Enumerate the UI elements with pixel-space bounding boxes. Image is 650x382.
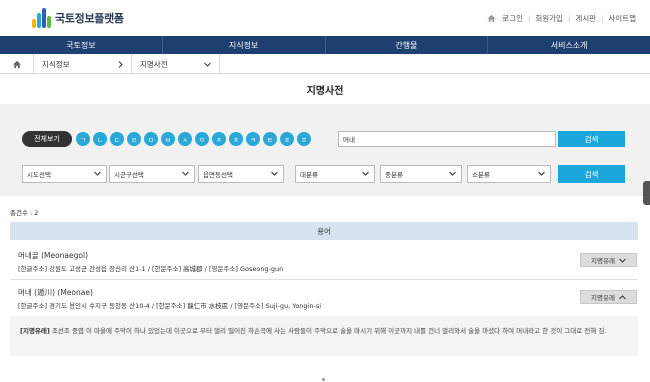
nav-item-service[interactable]: 서비스소개 [488, 36, 650, 54]
initial-button[interactable]: ㅊ [229, 132, 243, 146]
home-icon [12, 60, 21, 68]
chevron-down-icon [449, 171, 456, 176]
initial-button[interactable]: ㄱ [76, 132, 90, 146]
filter-search-button[interactable]: 검색 [558, 165, 625, 183]
initial-button[interactable]: ㅁ [144, 132, 158, 146]
logo-text: 국토정보플랫폼 [55, 12, 124, 25]
search-row-initials: 전체보기 ㄱ ㄴ ㄷ ㄹ ㅁ ㅂ ㅅ ㅇ ㅈ ㅊ ㅋ ㅌ ㅍ ㅎ 머내 검색 [22, 130, 628, 148]
initial-button[interactable]: ㅌ [263, 132, 277, 146]
result-count: 총건수 : 2 [10, 209, 39, 217]
origin-toggle-label: 지명유래 [591, 257, 615, 265]
eupmyeondong-select-value: 읍면동선택 [203, 171, 233, 179]
origin-toggle-label: 지명유래 [591, 294, 615, 302]
breadcrumb-level1[interactable]: 지식정보 [34, 54, 132, 74]
breadcrumb-level2-label: 지명사전 [140, 59, 168, 69]
breadcrumb: 지식정보 지명사전 [0, 54, 650, 74]
site-logo[interactable]: 국토정보플랫폼 [32, 8, 124, 28]
main-nav: 국토정보 지식정보 간행물 서비스소개 [0, 36, 650, 54]
initial-button[interactable]: ㅅ [178, 132, 192, 146]
chevron-right-icon [118, 60, 123, 68]
logo-bars-icon [32, 8, 51, 28]
util-separator: | [528, 14, 531, 23]
entry-title[interactable]: 머내 (遁川) (Meonae) [18, 287, 93, 298]
divider [10, 279, 638, 280]
minor-category-select[interactable]: 소분류 [467, 165, 551, 183]
scroll-indicator-dot [322, 378, 325, 381]
initial-button[interactable]: ㅎ [297, 132, 311, 146]
initial-button[interactable]: ㅂ [161, 132, 175, 146]
home-icon[interactable] [487, 14, 496, 23]
util-separator: | [567, 14, 571, 23]
initial-button[interactable]: ㅈ [212, 132, 226, 146]
view-all-button[interactable]: 전체보기 [22, 131, 72, 147]
util-separator: | [601, 14, 604, 23]
nav-item-knowledge[interactable]: 지식정보 [163, 36, 326, 54]
chevron-down-icon [271, 171, 278, 176]
breadcrumb-level1-label: 지식정보 [42, 59, 70, 69]
chevron-down-icon [182, 171, 189, 176]
page-root: 국토정보플랫폼 로그인 | 회원가입 | 게시판 | 사이트맵 국토정보 지식정… [0, 0, 650, 382]
chevron-down-icon [362, 171, 369, 176]
chevron-down-icon [94, 171, 101, 176]
initial-button[interactable]: ㅍ [280, 132, 294, 146]
initial-button[interactable]: ㅋ [246, 132, 260, 146]
top-header: 국토정보플랫폼 로그인 | 회원가입 | 게시판 | 사이트맵 [0, 0, 650, 36]
entry-address: [한글주소] 강원도 고성군 간성읍 장신리 산1-1 / [한문주소] 高城郡… [18, 265, 284, 273]
sitemap-link[interactable]: 사이트맵 [608, 13, 636, 24]
breadcrumb-level2[interactable]: 지명사전 [132, 54, 220, 74]
login-link[interactable]: 로그인 [502, 13, 523, 24]
term-header: 용어 [10, 222, 638, 240]
entry-title[interactable]: 머내골 (Meonaegol) [18, 250, 88, 261]
origin-description: [지명유래] 조선조 중엽 이 마을에 주막이 하나 있었는데 이곳으로 부터 … [10, 316, 638, 356]
origin-toggle-button[interactable]: 지명유래 [580, 290, 637, 304]
chevron-down-icon [619, 258, 626, 263]
major-category-value: 대분류 [300, 171, 318, 179]
signup-link[interactable]: 회원가입 [535, 13, 563, 24]
chevron-down-icon [204, 62, 211, 67]
sigungu-select[interactable]: 시군구선택 [109, 165, 195, 183]
page-title: 지명사전 [306, 85, 344, 97]
entry-address: [한글주소] 경기도 용인시 수지구 동천동 산10-4 / [한문주소] 龍仁… [18, 302, 322, 310]
origin-description-label: [지명유래] [20, 327, 50, 335]
keyword-input[interactable]: 머내 [338, 131, 556, 147]
origin-toggle-button[interactable]: 지명유래 [580, 253, 637, 267]
search-button[interactable]: 검색 [558, 131, 625, 147]
initial-button[interactable]: ㅇ [195, 132, 209, 146]
sido-select[interactable]: 시도선택 [22, 165, 107, 183]
board-link[interactable]: 게시판 [575, 13, 596, 24]
utility-nav: 로그인 | 회원가입 | 게시판 | 사이트맵 [487, 13, 636, 24]
origin-description-text: 조선조 중엽 이 마을에 주막이 하나 있었는데 이곳으로 부터 멀리 떨어진 … [51, 327, 607, 335]
initial-button[interactable]: ㄹ [127, 132, 141, 146]
chevron-down-icon [538, 171, 545, 176]
initial-button[interactable]: ㄴ [93, 132, 107, 146]
initial-button[interactable]: ㄷ [110, 132, 124, 146]
nav-item-publications[interactable]: 간행물 [326, 36, 489, 54]
minor-category-value: 소분류 [472, 171, 490, 179]
major-category-select[interactable]: 대분류 [295, 165, 375, 183]
side-panel-handle[interactable] [643, 181, 650, 205]
middle-category-value: 중분류 [385, 171, 403, 179]
chevron-up-icon [619, 294, 626, 299]
sido-select-value: 시도선택 [27, 171, 51, 179]
breadcrumb-home[interactable] [0, 54, 34, 74]
middle-category-select[interactable]: 중분류 [380, 165, 462, 183]
eupmyeondong-select[interactable]: 읍면동선택 [198, 165, 284, 183]
nav-item-land-info[interactable]: 국토정보 [0, 36, 163, 54]
sigungu-select-value: 시군구선택 [114, 171, 144, 179]
